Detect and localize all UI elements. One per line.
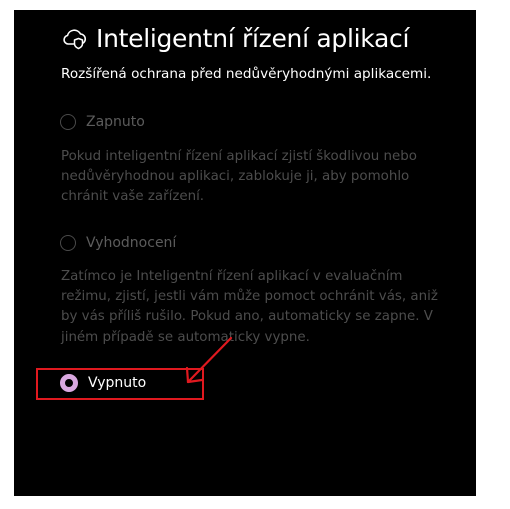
annotation-highlight-box	[36, 368, 204, 400]
cloud-shield-icon	[63, 29, 87, 50]
description-on: Pokud inteligentní řízení aplikací zjist…	[61, 149, 417, 205]
page-subtitle: Rozšířená ochrana před nedůvěryhodnými a…	[61, 66, 432, 82]
page-header: Inteligentní řízení aplikací	[61, 20, 409, 56]
annotation-arrow-icon	[185, 336, 233, 384]
radio-label-on: Zapnuto	[86, 114, 145, 130]
radio-option-evaluation[interactable]: Vyhodnocení	[60, 232, 176, 254]
radio-button-evaluation[interactable]	[60, 235, 76, 251]
settings-panel: Inteligentní řízení aplikací Rozšířená o…	[14, 10, 476, 496]
description-evaluation: Zatímco je Inteligentní řízení aplikací …	[61, 269, 438, 345]
radio-label-evaluation: Vyhodnocení	[86, 235, 177, 251]
radio-option-on[interactable]: Zapnuto	[60, 111, 145, 133]
page-title: Inteligentní řízení aplikací	[96, 23, 410, 53]
radio-button-on[interactable]	[60, 114, 76, 130]
